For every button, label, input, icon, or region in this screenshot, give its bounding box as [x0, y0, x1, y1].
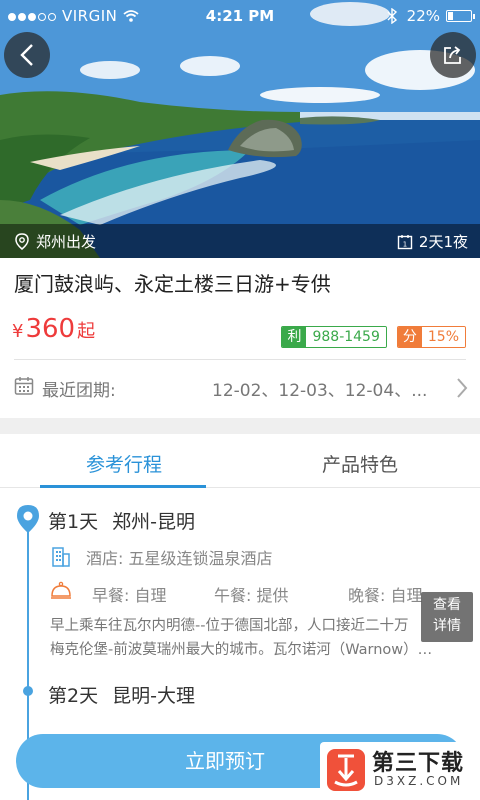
breakfast-text: 早餐: 自理: [92, 586, 167, 605]
battery-percent: 22%: [406, 7, 440, 25]
departure-city: 郑州出发: [36, 233, 97, 251]
hero-image: VIRGIN 4:21 PM 22% 郑州出发 1 2天1夜: [0, 0, 480, 258]
dates-values: 12-02、12-03、12-04、...: [212, 381, 428, 401]
share-tag-value: 15%: [421, 327, 465, 347]
day-1-route: 郑州-昆明: [112, 511, 195, 533]
day-2-title: 第2天 昆明-大理: [48, 681, 195, 708]
day-1-description: 早上乘车往瓦尔内明德--位于德国北部，人口接近二十万 梅克伦堡-前波莫瑞州最大的…: [50, 614, 458, 662]
hero-info-bar: 郑州出发 1 2天1夜: [0, 224, 480, 258]
dinner-text: 晚餐: 自理: [348, 586, 423, 605]
calendar-icon: [14, 377, 34, 395]
meal-row: 早餐: 自理 午餐: 提供 晚餐: 自理: [50, 580, 460, 605]
share-button[interactable]: [430, 32, 476, 78]
detail-tabs: 参考行程 产品特色: [0, 434, 480, 488]
trip-duration: 2天1夜: [418, 233, 468, 251]
location-pin-icon: [15, 232, 29, 250]
battery-level: [448, 12, 453, 20]
view-details-button[interactable]: 查看 详情: [421, 592, 473, 642]
status-bar: VIRGIN 4:21 PM 22%: [0, 0, 480, 32]
price-currency: ¥: [12, 321, 24, 342]
hotel-icon: [52, 547, 70, 567]
active-tab-indicator: [40, 485, 206, 488]
download-logo-icon: [327, 749, 365, 791]
battery-icon: [446, 10, 475, 22]
meal-cloche-icon: [51, 581, 71, 599]
share-icon: [444, 46, 461, 64]
dates-label: 最近团期:: [42, 381, 116, 401]
description-line: 早上乘车往瓦尔内明德--位于德国北部，人口接近二十万: [50, 618, 409, 634]
profit-tag-value: 988-1459: [306, 327, 386, 347]
profit-tag-key: 利: [282, 327, 307, 347]
watermark-logo: 第三下载 D3XZ.COM: [320, 742, 476, 798]
hotel-row: 酒店: 五星级连锁温泉酒店: [50, 545, 272, 569]
chevron-left-icon: [20, 44, 33, 66]
day-1-label: 第1天: [48, 511, 99, 533]
coastline-photo: [0, 0, 480, 258]
commission-tags: 利 988-1459 分 15%: [271, 326, 466, 348]
timeline-dot: [23, 686, 33, 696]
tab-itinerary[interactable]: 参考行程: [4, 450, 244, 477]
watermark-name: 第三下载: [372, 751, 465, 776]
calendar-icon: 1: [397, 234, 413, 249]
location-pin-icon: [17, 505, 39, 533]
view-details-line: 查看: [433, 597, 461, 613]
day-1-title: 第1天 郑州-昆明: [48, 507, 195, 534]
lunch-text: 午餐: 提供: [214, 586, 289, 605]
price-suffix: 起: [77, 321, 96, 342]
bluetooth-icon: [387, 8, 397, 24]
day-2-label: 第2天: [48, 685, 99, 707]
share-tag: 分 15%: [396, 326, 466, 348]
price: ¥ 360 起: [12, 314, 95, 344]
share-tag-key: 分: [397, 327, 422, 347]
departure-dates-row[interactable]: 最近团期: 12-02、12-03、12-04、...: [0, 360, 480, 416]
hotel-text: 酒店: 五星级连锁温泉酒店: [86, 549, 273, 568]
tab-features[interactable]: 产品特色: [240, 450, 480, 477]
view-details-line: 详情: [433, 618, 461, 634]
product-detail-screen: VIRGIN 4:21 PM 22% 郑州出发 1 2天1夜 厦门鼓浪屿、永定土…: [0, 0, 480, 800]
description-line: 梅克伦堡-前波莫瑞州最大的城市。瓦尔诺河（Warnow）…: [50, 642, 433, 658]
section-gap: [0, 418, 480, 434]
chevron-right-icon: [457, 378, 468, 398]
watermark-domain: D3XZ.COM: [374, 774, 464, 788]
product-title: 厦门鼓浪屿、永定土楼三日游+专供: [14, 272, 331, 296]
price-value: 360: [25, 314, 76, 344]
svg-text:1: 1: [403, 240, 407, 248]
profit-tag: 利 988-1459: [281, 326, 387, 348]
back-button[interactable]: [4, 32, 50, 78]
day-2-route: 昆明-大理: [112, 685, 195, 707]
